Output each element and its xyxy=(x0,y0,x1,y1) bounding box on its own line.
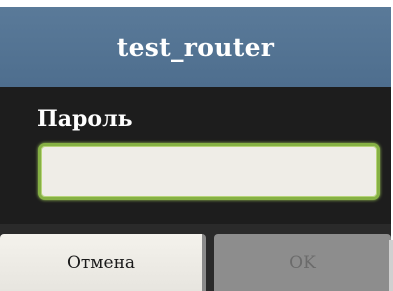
wifi-password-dialog: test_router Пароль Отмена OK xyxy=(0,0,393,291)
password-input[interactable] xyxy=(38,143,380,200)
dialog-body: Пароль xyxy=(0,87,391,224)
dialog-button-bar: Отмена OK xyxy=(0,224,391,291)
ok-button[interactable]: OK xyxy=(214,234,391,291)
cancel-button[interactable]: Отмена xyxy=(0,234,206,291)
cancel-button-label: Отмена xyxy=(66,252,136,273)
window-edge-shadow xyxy=(389,240,393,291)
dialog-title-bar: test_router xyxy=(0,7,391,87)
ok-button-label: OK xyxy=(289,252,316,273)
dialog-title: test_router xyxy=(116,32,275,62)
password-label: Пароль xyxy=(37,106,133,132)
